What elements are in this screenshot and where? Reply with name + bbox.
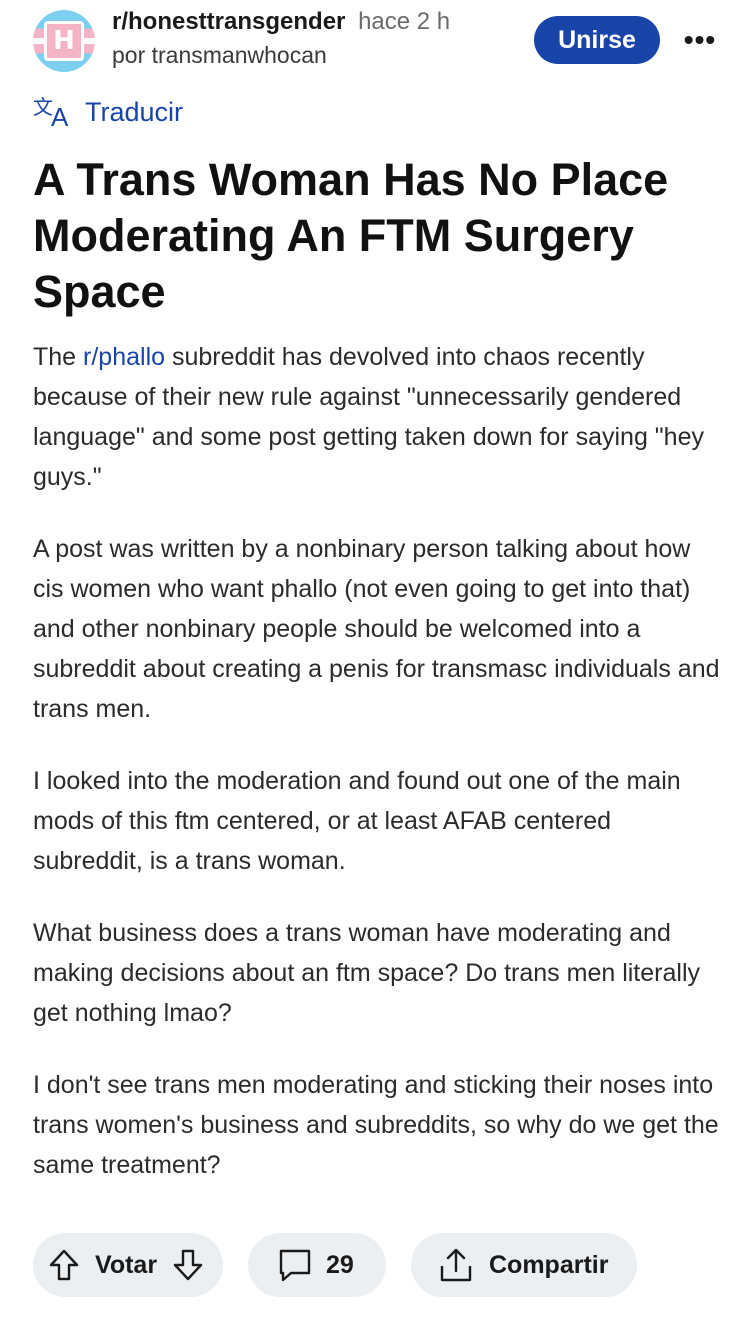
subreddit-avatar[interactable]: H	[33, 10, 95, 72]
avatar-letter: H	[44, 21, 84, 61]
post-header: H r/honesttransgender hace 2 h por trans…	[0, 0, 733, 90]
paragraph-3: I looked into the moderation and found o…	[33, 767, 681, 875]
post-title: A Trans Woman Has No Place Moderating An…	[33, 154, 669, 317]
share-button[interactable]: Compartir	[411, 1233, 637, 1297]
vote-control: Votar	[33, 1233, 223, 1297]
comment-count: 29	[326, 1250, 354, 1279]
vote-label: Votar	[95, 1250, 158, 1279]
share-label: Compartir	[489, 1250, 609, 1279]
more-options-button[interactable]: •••	[680, 20, 720, 60]
svg-text:文: 文	[33, 96, 53, 119]
post-time: hace 2 h	[358, 8, 451, 35]
svg-text:A: A	[51, 102, 69, 128]
translate-button[interactable]: 文 A Traducir	[33, 96, 183, 128]
action-bar: Votar 29 Compartir	[0, 1233, 733, 1299]
paragraph-1-start: The	[33, 343, 84, 371]
post-body: The r/phallo subreddit has devolved into…	[33, 337, 723, 1217]
share-icon	[437, 1246, 475, 1284]
comments-button[interactable]: 29	[248, 1233, 386, 1297]
subreddit-name[interactable]: r/honesttransgender	[112, 8, 345, 35]
paragraph-5: I don't see trans men moderating and sti…	[33, 1071, 719, 1179]
paragraph-4: What business does a trans woman have mo…	[33, 919, 700, 1027]
post-author[interactable]: por transmanwhocan	[112, 42, 327, 69]
comment-icon	[276, 1246, 314, 1284]
translate-icon: 文 A	[33, 96, 69, 128]
translate-label: Traducir	[85, 96, 184, 127]
downvote-icon[interactable]	[171, 1248, 205, 1282]
upvote-icon[interactable]	[47, 1248, 81, 1282]
join-button[interactable]: Unirse	[534, 16, 660, 64]
subreddit-link[interactable]: r/phallo	[83, 343, 165, 371]
subreddit-line: r/honesttransgender hace 2 h	[112, 8, 450, 36]
paragraph-2: A post was written by a nonbinary person…	[33, 535, 720, 723]
more-icon: •••	[683, 24, 717, 55]
paragraph-1: The r/phallo subreddit has devolved into…	[33, 337, 723, 497]
